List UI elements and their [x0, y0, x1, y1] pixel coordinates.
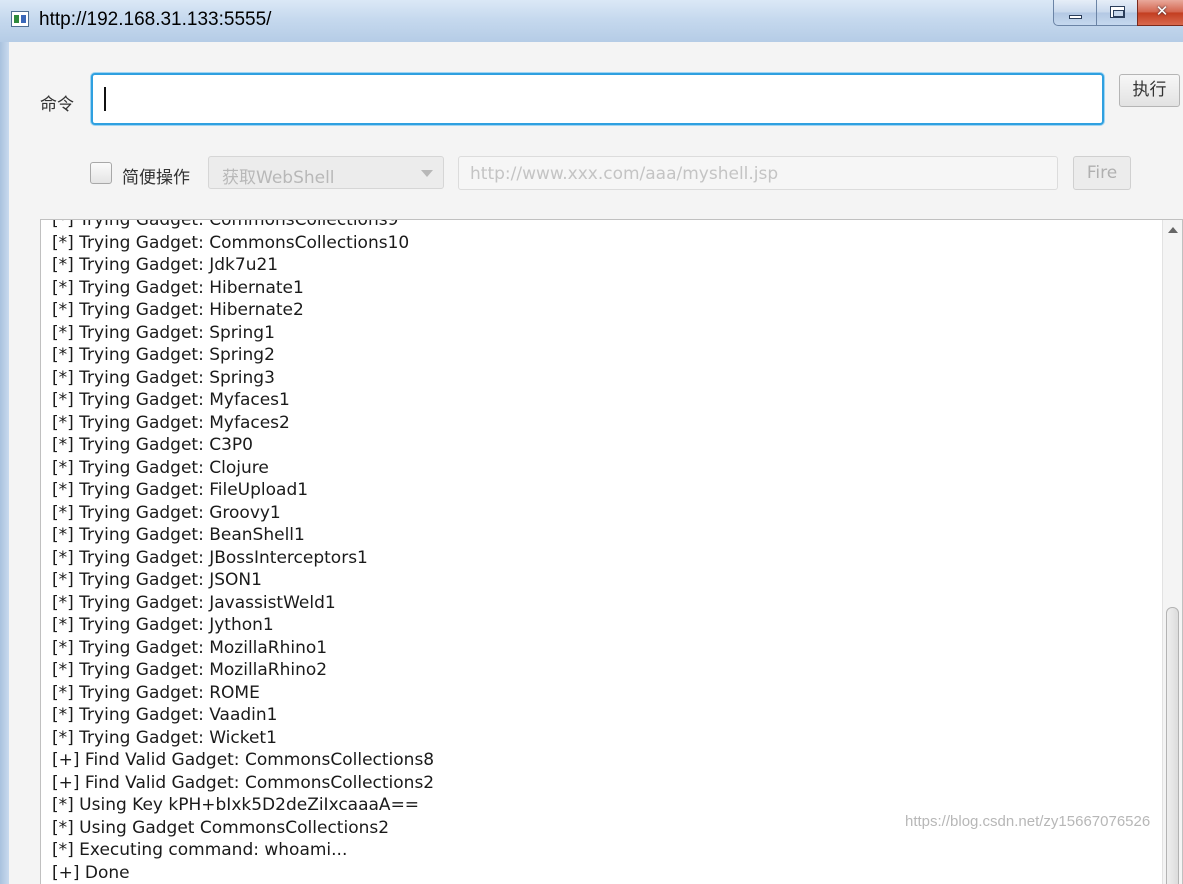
output-log[interactable]: [*] Trying Gadget: CommonsCollections9 [*… — [40, 219, 1183, 884]
simple-mode-checkbox[interactable] — [90, 162, 112, 184]
log-line: [*] Trying Gadget: Hibernate2 — [52, 300, 304, 320]
text-caret — [104, 87, 106, 111]
close-icon: ✕ — [1155, 2, 1169, 20]
log-line: [*] Trying Gadget: FileUpload1 — [52, 480, 309, 500]
execute-button[interactable]: 执行 — [1119, 74, 1180, 107]
minimize-icon — [1069, 15, 1082, 19]
log-line: [*] Trying Gadget: JavassistWeld1 — [52, 592, 336, 613]
window-title: http://192.168.31.133:5555/ — [39, 9, 272, 30]
log-line: [*] Trying Gadget: Jython1 — [52, 615, 274, 635]
log-line: [+] Find Valid Gadget: CommonsCollection… — [52, 772, 435, 793]
app-window: http://192.168.31.133:5555/ ✕ 命令 执行 简便操作… — [0, 0, 1183, 884]
log-line: [*] Trying Gadget: Myfaces2 — [52, 412, 290, 433]
maximize-icon — [1110, 6, 1125, 18]
log-line: [*] Trying Gadget: BeanShell1 — [52, 525, 305, 545]
log-line: [*] Trying Gadget: CommonsCollections10 — [52, 232, 410, 253]
log-line: [*] Trying Gadget: ROME — [52, 682, 260, 703]
log-line: [*] Executing command: whoami... — [52, 840, 348, 860]
log-line: [*] Trying Gadget: JBossInterceptors1 — [52, 547, 368, 568]
webshell-url-input[interactable]: http://www.xxx.com/aaa/myshell.jsp — [458, 156, 1058, 190]
minimize-button[interactable] — [1053, 0, 1097, 26]
log-line: [*] Trying Gadget: Myfaces1 — [52, 390, 290, 410]
log-line: [*] Trying Gadget: MozillaRhino2 — [52, 660, 328, 680]
log-line: [+] Find Valid Gadget: CommonsCollection… — [52, 750, 435, 770]
output-lines: [*] Trying Gadget: CommonsCollections9 [*… — [52, 219, 435, 884]
chevron-down-icon — [421, 170, 433, 177]
title-bar[interactable]: http://192.168.31.133:5555/ ✕ — [0, 0, 1183, 42]
maximize-button[interactable] — [1096, 0, 1138, 26]
log-line: [*] Trying Gadget: Spring1 — [52, 322, 275, 343]
app-icon[interactable] — [11, 11, 29, 27]
log-line: [*] Trying Gadget: Vaadin1 — [52, 705, 278, 725]
log-line: [*] Trying Gadget: C3P0 — [52, 435, 253, 455]
log-line: [*] Using Gadget CommonsCollections2 — [52, 817, 390, 838]
log-line: [*] Trying Gadget: CommonsCollections9 — [52, 219, 399, 230]
simple-mode-label[interactable]: 简便操作 — [122, 163, 190, 188]
command-input[interactable] — [91, 73, 1104, 125]
scroll-thumb[interactable] — [1166, 607, 1179, 884]
action-select[interactable]: 获取WebShell — [208, 156, 444, 189]
watermark: https://blog.csdn.net/zy15667076526 — [905, 813, 1151, 830]
log-line: [*] Trying Gadget: Clojure — [52, 457, 269, 478]
command-label: 命令 — [40, 95, 74, 115]
log-line: [*] Trying Gadget: Hibernate1 — [52, 277, 304, 298]
log-line: [*] Trying Gadget: MozillaRhino1 — [52, 637, 328, 658]
scroll-up-icon[interactable] — [1168, 227, 1178, 233]
action-select-value: 获取WebShell — [222, 168, 335, 188]
log-line: [*] Trying Gadget: Spring3 — [52, 367, 275, 388]
log-line: [*] Trying Gadget: Groovy1 — [52, 502, 281, 523]
vertical-scrollbar[interactable] — [1162, 220, 1182, 884]
log-line: [*] Using Key kPH+bIxk5D2deZiIxcaaaA== — [52, 795, 420, 815]
close-button[interactable]: ✕ — [1137, 0, 1183, 26]
log-line: [*] Trying Gadget: Spring2 — [52, 345, 275, 365]
fire-button[interactable]: Fire — [1073, 156, 1131, 190]
log-line: [*] Trying Gadget: JSON1 — [52, 570, 262, 590]
window-frame — [0, 42, 9, 884]
log-line: [*] Trying Gadget: Jdk7u21 — [52, 255, 279, 275]
log-line: [+] Done — [52, 862, 130, 883]
log-line: [*] Trying Gadget: Wicket1 — [52, 727, 277, 748]
client-area: 命令 执行 简便操作 获取WebShell http://www.xxx.com… — [9, 42, 1183, 884]
webshell-url-placeholder: http://www.xxx.com/aaa/myshell.jsp — [470, 164, 779, 184]
